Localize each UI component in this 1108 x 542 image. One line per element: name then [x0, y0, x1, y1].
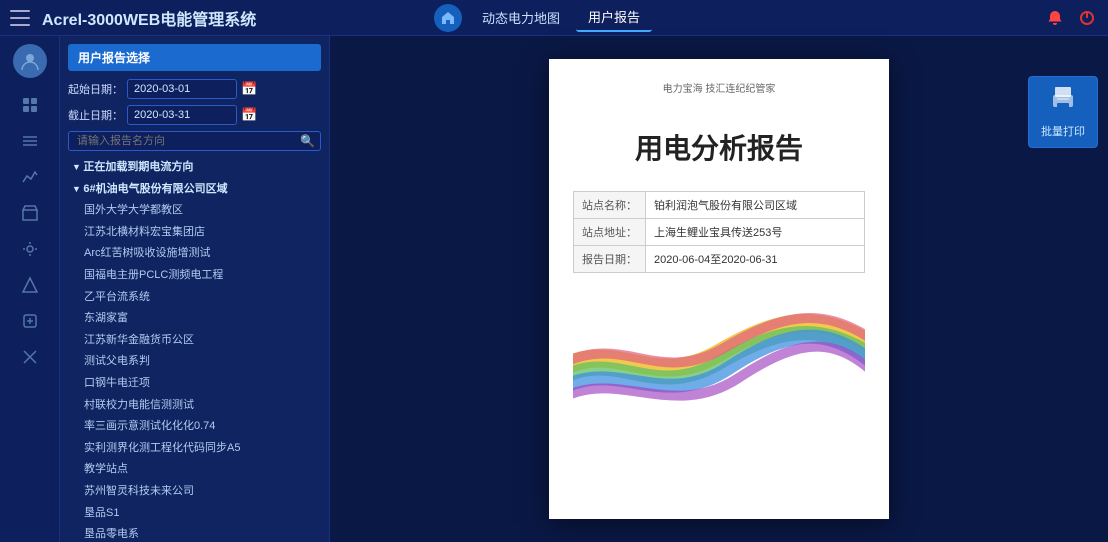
doc-title: 用电分析报告	[573, 127, 865, 167]
sidebar-icon-2[interactable]	[12, 126, 48, 156]
home-button[interactable]	[434, 4, 462, 32]
nav-bar: 动态电力地图 用户报告	[470, 3, 652, 32]
doc-watermark: 电力宝海 技汇连纪纪管家	[573, 83, 865, 97]
icon-sidebar	[0, 36, 60, 542]
print-label: 批量打印	[1041, 123, 1085, 139]
doc-table-label: 报告日期：	[574, 246, 646, 273]
list-item[interactable]: 垦品零电系	[68, 524, 321, 542]
list-item[interactable]: 教学站点	[68, 459, 321, 481]
main-layout: 用户报告选择 起始日期： 📅 截止日期： 📅 🔍 正在加载到期电流方向6#机油电…	[0, 36, 1108, 542]
search-row: 🔍	[68, 131, 321, 151]
list-item[interactable]: 江苏新华金融货币公区	[68, 330, 321, 352]
user-avatar[interactable]	[13, 44, 47, 78]
list-item[interactable]: 率三画示意测试化化化0.74	[68, 416, 321, 438]
list-item[interactable]: 东湖家富	[68, 308, 321, 330]
list-item[interactable]: 国外大学大学都教区	[68, 200, 321, 222]
list-item[interactable]: 乙平台流系统	[68, 287, 321, 309]
nav-item-map[interactable]: 动态电力地图	[470, 4, 572, 31]
print-panel[interactable]: 批量打印	[1028, 76, 1098, 148]
sidebar-icon-4[interactable]	[12, 198, 48, 228]
topbar-right	[1044, 7, 1098, 29]
start-date-row: 起始日期： 📅	[68, 79, 321, 99]
start-date-label: 起始日期：	[68, 81, 123, 97]
doc-table-label: 站点地址：	[574, 219, 646, 246]
report-tree-list: 正在加载到期电流方向6#机油电气股份有限公司区域国外大学大学都教区江苏北横材料宏…	[68, 157, 321, 542]
end-date-input[interactable]	[127, 105, 237, 125]
end-calendar-icon[interactable]: 📅	[241, 107, 257, 123]
doc-table-value: 2020-06-04至2020-06-31	[646, 246, 865, 273]
list-item[interactable]: 测试父电系判	[68, 351, 321, 373]
doc-info-table: 站点名称：铂利润泡气股份有限公司区域站点地址：上海生鲤业宝具传送253号报告日期…	[573, 191, 865, 273]
end-date-label: 截止日期：	[68, 107, 123, 123]
left-panel: 用户报告选择 起始日期： 📅 截止日期： 📅 🔍 正在加载到期电流方向6#机油电…	[60, 36, 330, 542]
search-icon[interactable]: 🔍	[300, 134, 315, 148]
sidebar-icon-1[interactable]	[12, 90, 48, 120]
list-item[interactable]: 苏州智灵科技未来公司	[68, 481, 321, 503]
sidebar-icon-5[interactable]	[12, 234, 48, 264]
list-item[interactable]: 国福电主册PCLC测频电工程	[68, 265, 321, 287]
power-icon[interactable]	[1076, 7, 1098, 29]
sidebar-icon-3[interactable]	[12, 162, 48, 192]
list-item[interactable]: 实利测界化测工程化代码同步A5	[68, 438, 321, 460]
start-date-input[interactable]	[127, 79, 237, 99]
list-item[interactable]: 6#机油电气股份有限公司区域	[68, 179, 321, 201]
doc-table-value: 上海生鲤业宝具传送253号	[646, 219, 865, 246]
notification-icon[interactable]	[1044, 7, 1066, 29]
list-item[interactable]: Arc红苦树吸收设施增测试	[68, 243, 321, 265]
hamburger-menu-icon[interactable]	[10, 10, 30, 26]
doc-table-value: 铂利润泡气股份有限公司区域	[646, 192, 865, 219]
sidebar-icon-6[interactable]	[12, 270, 48, 300]
app-title: Acrel-3000WEB电能管理系统	[42, 6, 434, 30]
list-item[interactable]: 村联校力电能信测测试	[68, 395, 321, 417]
nav-item-report[interactable]: 用户报告	[576, 3, 652, 32]
document-preview: 电力宝海 技汇连纪纪管家 用电分析报告 站点名称：铂利润泡气股份有限公司区域站点…	[549, 59, 889, 519]
panel-title: 用户报告选择	[68, 44, 321, 71]
list-item[interactable]: 垦品S1	[68, 503, 321, 525]
start-calendar-icon[interactable]: 📅	[241, 81, 257, 97]
search-input[interactable]	[68, 131, 321, 151]
doc-table-label: 站点名称：	[574, 192, 646, 219]
doc-wave-decoration	[573, 293, 865, 495]
sidebar-icon-8[interactable]	[12, 342, 48, 372]
print-icon	[1049, 85, 1077, 119]
end-date-row: 截止日期： 📅	[68, 105, 321, 125]
list-item[interactable]: 正在加载到期电流方向	[68, 157, 321, 179]
topbar: Acrel-3000WEB电能管理系统 动态电力地图 用户报告	[0, 0, 1108, 36]
list-item[interactable]: 江苏北横材料宏宝集团店	[68, 222, 321, 244]
right-content: 电力宝海 技汇连纪纪管家 用电分析报告 站点名称：铂利润泡气股份有限公司区域站点…	[330, 36, 1108, 542]
sidebar-icon-7[interactable]	[12, 306, 48, 336]
list-item[interactable]: 口钢牛电迁项	[68, 373, 321, 395]
